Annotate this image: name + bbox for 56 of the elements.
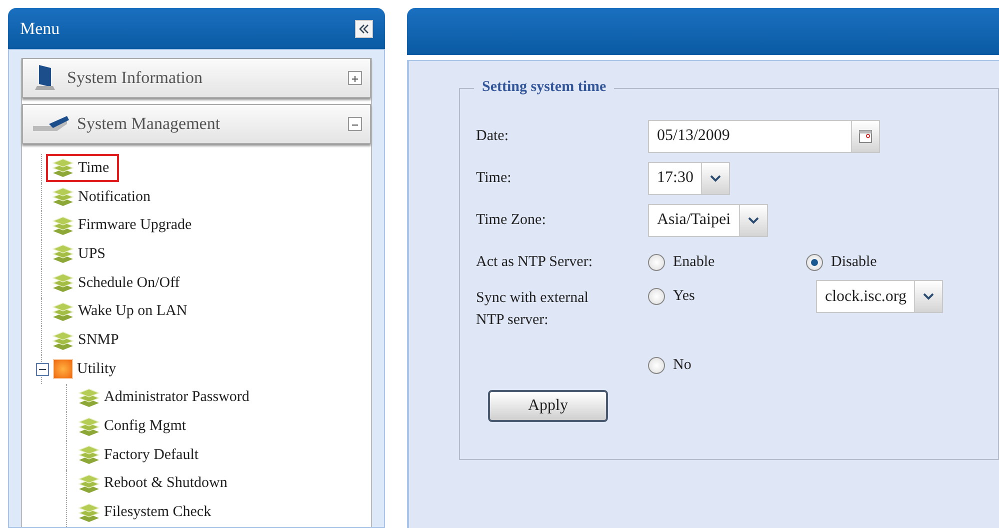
radio-option[interactable]: Enable bbox=[648, 254, 806, 270]
stack-icon bbox=[52, 302, 74, 322]
radio-button[interactable] bbox=[648, 254, 665, 270]
radio-button[interactable] bbox=[648, 288, 665, 305]
field-label: Sync with external NTP server: bbox=[476, 289, 590, 330]
collapse-icon[interactable] bbox=[355, 20, 373, 38]
collapse-toggle[interactable] bbox=[36, 362, 49, 376]
section-title: Setting system time bbox=[474, 79, 614, 96]
field-label: Act as NTP Server: bbox=[476, 254, 594, 270]
accordion-header[interactable]: System Information bbox=[22, 58, 371, 98]
timezone-dropdown[interactable]: Asia/Taipei bbox=[648, 204, 768, 236]
tree-item[interactable]: Time bbox=[46, 154, 120, 182]
apply-button[interactable]: Apply bbox=[488, 390, 608, 422]
field-label: Time Zone: bbox=[476, 212, 547, 228]
minus-icon[interactable] bbox=[348, 117, 362, 132]
tree-item[interactable]: Filesystem Check bbox=[72, 498, 222, 527]
tree-item[interactable]: Config Mgmt bbox=[72, 412, 196, 441]
plus-icon[interactable] bbox=[348, 71, 362, 86]
caret-icon bbox=[710, 174, 722, 182]
stack-icon bbox=[78, 416, 100, 437]
field-label: Date: bbox=[476, 128, 510, 144]
radio-button[interactable] bbox=[648, 356, 665, 374]
caret-icon bbox=[748, 216, 759, 224]
radio-option[interactable]: No bbox=[648, 356, 806, 374]
tree-item[interactable]: UPS bbox=[46, 240, 116, 268]
tree-item[interactable]: Administrator Password bbox=[72, 384, 260, 412]
radio-option[interactable]: Yes bbox=[648, 288, 806, 305]
tree-item[interactable]: Reboot & Shutdown bbox=[72, 470, 238, 498]
tree-item[interactable]: Factory Default bbox=[72, 441, 209, 470]
field-label: Time: bbox=[476, 170, 512, 186]
panel-title: Menu bbox=[20, 18, 60, 39]
stack-icon bbox=[52, 330, 74, 351]
time-dropdown[interactable]: 17:30 bbox=[648, 162, 730, 194]
stack-icon bbox=[78, 474, 100, 494]
tree-item[interactable]: Notification bbox=[46, 183, 160, 212]
tree-item[interactable]: Wake Up on LAN bbox=[46, 298, 198, 326]
tree-item[interactable]: Firmware Upgrade bbox=[46, 212, 202, 240]
radio-button[interactable] bbox=[806, 254, 823, 270]
accordion-header[interactable]: System Management bbox=[22, 104, 371, 144]
stack-icon bbox=[78, 502, 100, 523]
stack-icon bbox=[78, 388, 100, 408]
stack-icon bbox=[52, 187, 74, 208]
tree-item[interactable]: Utility bbox=[47, 355, 126, 384]
calendar-icon[interactable] bbox=[859, 130, 872, 142]
stack-icon bbox=[52, 158, 74, 178]
date-field[interactable]: 05/13/2009 bbox=[648, 120, 880, 152]
radio-option[interactable]: Disable bbox=[806, 254, 998, 270]
square-icon bbox=[53, 359, 73, 380]
stack-icon bbox=[52, 273, 74, 294]
server-dropdown[interactable]: clock.isc.org bbox=[816, 280, 944, 313]
stack-icon bbox=[52, 244, 74, 264]
caret-icon bbox=[923, 293, 934, 300]
stack-icon bbox=[52, 216, 74, 236]
tree-item[interactable]: SNMP bbox=[46, 326, 129, 355]
tree-item[interactable]: Schedule On/Off bbox=[46, 269, 190, 298]
stack-icon bbox=[78, 445, 100, 466]
